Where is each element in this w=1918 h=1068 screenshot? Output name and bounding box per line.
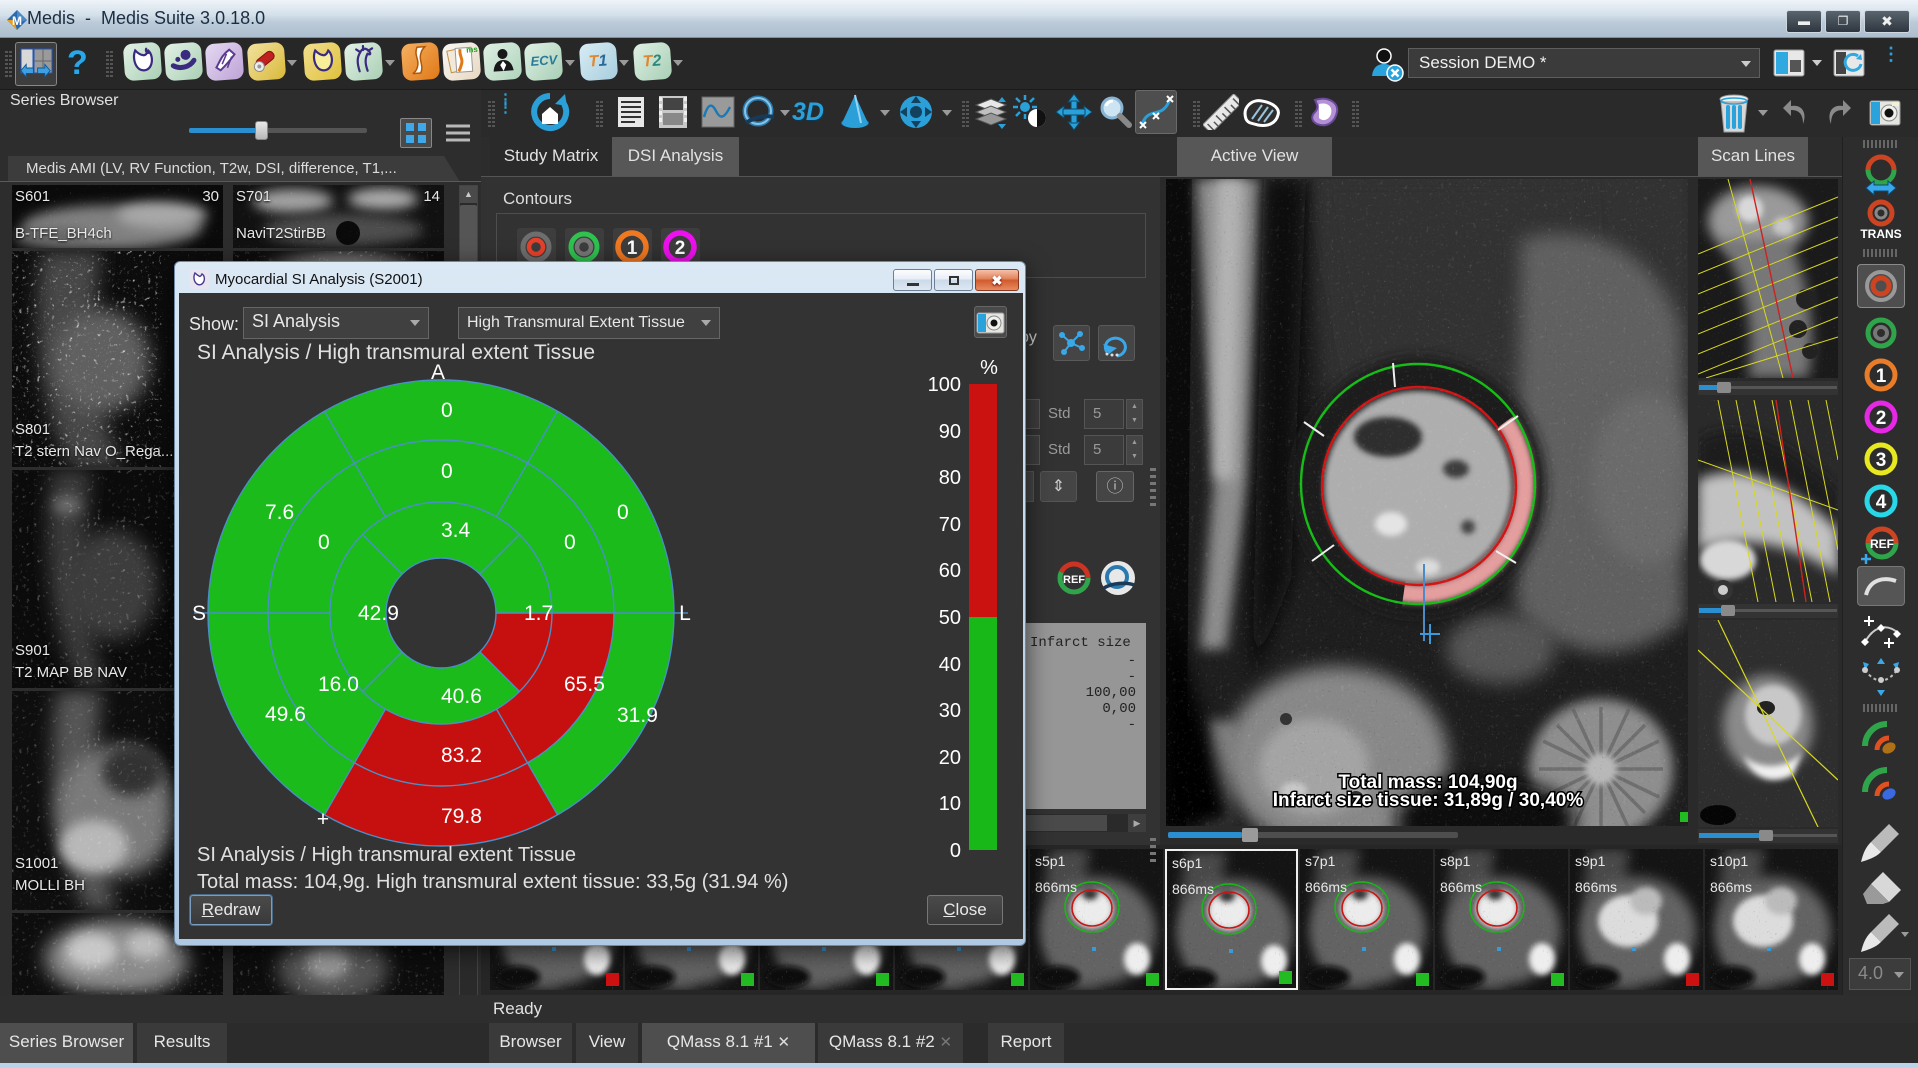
svg-text:83.2: 83.2 bbox=[441, 744, 482, 767]
svg-text:60: 60 bbox=[939, 560, 961, 582]
svg-text:%: % bbox=[980, 357, 998, 379]
svg-text:20: 20 bbox=[939, 747, 961, 769]
svg-text:S: S bbox=[192, 602, 206, 625]
svg-text:2: 2 bbox=[1876, 408, 1887, 429]
svg-text:50: 50 bbox=[939, 607, 961, 629]
svg-text:79.8: 79.8 bbox=[441, 805, 482, 828]
svg-text:4: 4 bbox=[1876, 492, 1887, 513]
svg-text:REF: REF bbox=[1063, 574, 1085, 586]
svg-text:T2: T2 bbox=[642, 52, 662, 70]
svg-text:1.7: 1.7 bbox=[524, 602, 553, 625]
svg-text:80: 80 bbox=[939, 467, 961, 489]
svg-text:1: 1 bbox=[1876, 366, 1887, 387]
svg-text:30: 30 bbox=[939, 700, 961, 722]
svg-text:65.5: 65.5 bbox=[564, 673, 605, 696]
svg-text:0: 0 bbox=[564, 531, 576, 554]
svg-text:0: 0 bbox=[950, 840, 961, 862]
svg-text:M: M bbox=[12, 14, 22, 28]
svg-text:REF: REF bbox=[1870, 537, 1894, 551]
svg-text:7.6: 7.6 bbox=[265, 501, 294, 524]
svg-text:16.0: 16.0 bbox=[318, 673, 359, 696]
svg-text:1: 1 bbox=[627, 238, 638, 259]
svg-text:49.6: 49.6 bbox=[265, 703, 306, 726]
svg-text:A: A bbox=[431, 361, 445, 384]
svg-text:10: 10 bbox=[939, 793, 961, 815]
svg-text:L: L bbox=[679, 602, 691, 625]
svg-text:31.9: 31.9 bbox=[617, 704, 658, 727]
svg-text:T1: T1 bbox=[588, 52, 608, 70]
svg-text:+: + bbox=[317, 808, 329, 831]
svg-text:100: 100 bbox=[928, 374, 961, 396]
svg-text:70: 70 bbox=[939, 514, 961, 536]
svg-text:TRANS: TRANS bbox=[1860, 227, 1901, 241]
svg-text:40: 40 bbox=[939, 654, 961, 676]
svg-text:ECV: ECV bbox=[530, 52, 559, 69]
svg-text:3: 3 bbox=[1876, 450, 1887, 471]
svg-text:ms: ms bbox=[465, 45, 478, 55]
svg-text:2: 2 bbox=[675, 238, 686, 259]
svg-text:40.6: 40.6 bbox=[441, 685, 482, 708]
svg-text:Infarct size tissue: 31,89g /: Infarct size tissue: 31,89g / 30,40% bbox=[1273, 790, 1584, 811]
svg-text:0: 0 bbox=[441, 460, 453, 483]
svg-text:0: 0 bbox=[318, 531, 330, 554]
svg-text:0: 0 bbox=[617, 501, 629, 524]
svg-text:90: 90 bbox=[939, 421, 961, 443]
svg-text:3.4: 3.4 bbox=[441, 519, 471, 542]
svg-text:0: 0 bbox=[441, 399, 453, 422]
svg-text:42.9: 42.9 bbox=[358, 602, 399, 625]
